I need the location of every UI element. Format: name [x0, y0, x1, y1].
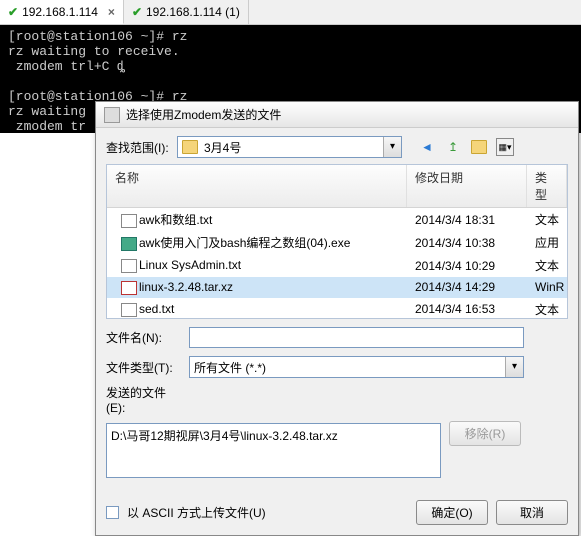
filetype-select[interactable]: 所有文件 (*.*) ▾ — [189, 356, 524, 378]
dialog-title: 选择使用Zmodem发送的文件 — [126, 106, 281, 123]
dialog-icon — [104, 107, 120, 123]
tab-1[interactable]: ✔ 192.168.1.114 × — [0, 0, 124, 24]
filetype-value: 所有文件 (*.*) — [190, 359, 505, 376]
file-name: awk和数组.txt — [139, 213, 212, 227]
folder-icon — [182, 140, 198, 154]
file-type: 文本 — [527, 256, 567, 275]
back-icon[interactable]: ◄ — [418, 138, 436, 156]
chevron-down-icon[interactable]: ▾ — [383, 137, 401, 157]
check-icon: ✔ — [132, 5, 142, 19]
file-date: 2014/3/4 10:29 — [407, 258, 527, 274]
file-name: linux-3.2.48.tar.xz — [139, 280, 233, 294]
tab-label: 192.168.1.114 (1) — [146, 5, 240, 19]
col-type[interactable]: 类型 — [527, 165, 567, 207]
new-folder-icon[interactable] — [470, 138, 488, 156]
ascii-checkbox[interactable] — [106, 506, 119, 519]
file-name: sed.txt — [139, 302, 174, 316]
file-type: WinR — [527, 279, 567, 295]
file-type: 文本 — [527, 210, 567, 229]
file-icon — [121, 214, 137, 228]
file-icon — [121, 303, 137, 317]
cancel-button[interactable]: 取消 — [496, 500, 568, 525]
file-date: 2014/3/4 10:38 — [407, 235, 527, 251]
sent-files-label: 发送的文件(E): — [106, 384, 181, 415]
dialog-titlebar: 选择使用Zmodem发送的文件 — [96, 102, 578, 128]
file-date: 2014/3/4 14:29 — [407, 279, 527, 295]
toolbar-icons: ◄ ↥ ▦▾ — [418, 138, 514, 156]
file-list: 名称 修改日期 类型 awk和数组.txt2014/3/4 18:31文本awk… — [106, 164, 568, 319]
filetype-label: 文件类型(T): — [106, 359, 181, 376]
col-date[interactable]: 修改日期 — [407, 165, 527, 207]
file-name: awk使用入门及bash编程之数组(04).exe — [139, 236, 350, 250]
sent-file-path: D:\马哥12期视屏\3月4号\linux-3.2.48.tar.xz — [111, 429, 338, 443]
file-row[interactable]: Linux SysAdmin.txt 2014/3/4 10:29文本 — [107, 254, 567, 277]
file-icon — [121, 259, 137, 273]
up-icon[interactable]: ↥ — [444, 138, 462, 156]
check-icon: ✔ — [8, 5, 18, 19]
file-type: 应用 — [527, 233, 567, 252]
file-type: 文本 — [527, 300, 567, 319]
file-row[interactable]: linux-3.2.48.tar.xz 2014/3/4 14:29WinR — [107, 277, 567, 298]
tab-label: 192.168.1.114 — [22, 5, 98, 19]
remove-button[interactable]: 移除(R) — [449, 421, 521, 446]
file-row[interactable]: awk和数组.txt 2014/3/4 18:31文本 — [107, 208, 567, 231]
filename-label: 文件名(N): — [106, 329, 181, 346]
tab-bar: ✔ 192.168.1.114 × ✔ 192.168.1.114 (1) — [0, 0, 581, 25]
view-menu-icon[interactable]: ▦▾ — [496, 138, 514, 156]
sent-files-list[interactable]: D:\马哥12期视屏\3月4号\linux-3.2.48.tar.xz — [106, 423, 441, 478]
lookin-label: 查找范围(I): — [106, 139, 171, 156]
chevron-down-icon[interactable]: ▾ — [505, 357, 523, 377]
file-row[interactable]: awk使用入门及bash编程之数组(04).exe 2014/3/4 10:38应… — [107, 231, 567, 254]
file-icon — [121, 237, 137, 251]
folder-combo[interactable]: 3月4号 ▾ — [177, 136, 402, 158]
ascii-label: 以 ASCII 方式上传文件(U) — [127, 504, 266, 521]
folder-name: 3月4号 — [202, 139, 383, 156]
tab-2[interactable]: ✔ 192.168.1.114 (1) — [124, 0, 249, 24]
filename-input[interactable] — [189, 327, 524, 348]
ok-button[interactable]: 确定(O) — [416, 500, 488, 525]
file-date: 2014/3/4 18:31 — [407, 212, 527, 228]
file-row[interactable]: sed.txt 2014/3/4 16:53文本 — [107, 298, 567, 319]
file-list-header: 名称 修改日期 类型 — [107, 165, 567, 208]
close-icon[interactable]: × — [108, 5, 115, 19]
file-name: Linux SysAdmin.txt — [139, 258, 241, 272]
file-date: 2014/3/4 16:53 — [407, 301, 527, 317]
zmodem-send-dialog: 选择使用Zmodem发送的文件 查找范围(I): 3月4号 ▾ ◄ ↥ ▦▾ 名… — [95, 101, 579, 536]
col-name[interactable]: 名称 — [107, 165, 407, 207]
file-icon — [121, 281, 137, 295]
